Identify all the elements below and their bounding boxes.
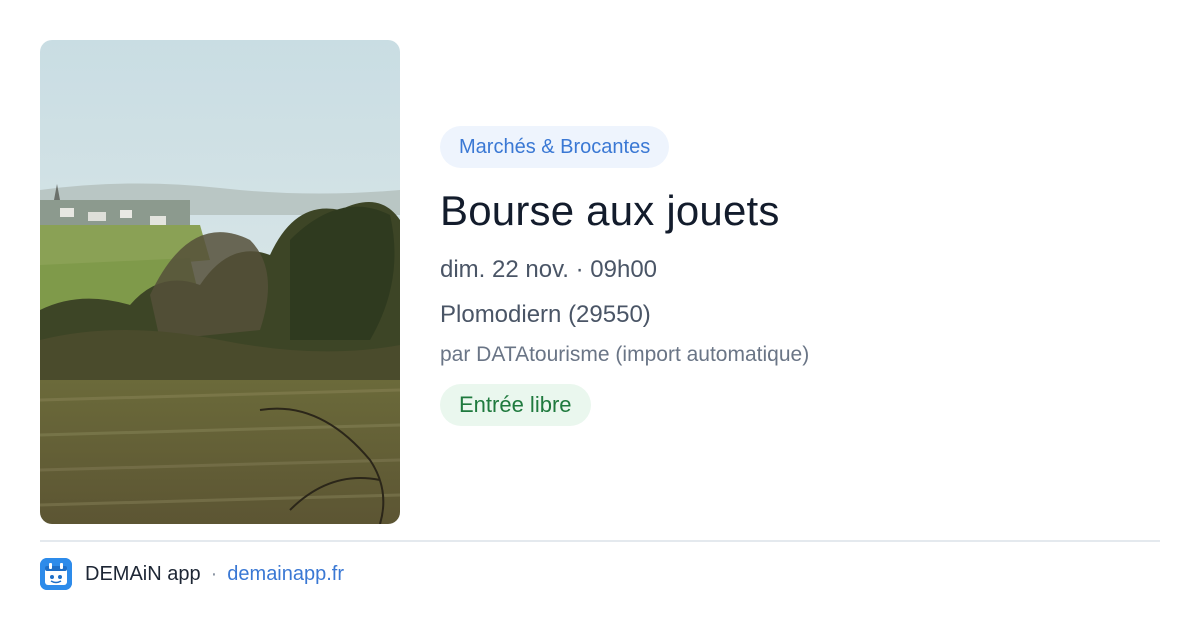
app-name: DEMAiN app	[85, 562, 201, 585]
category-badge[interactable]: Marchés & Brocantes	[440, 126, 670, 168]
event-info: Marchés & Brocantes Bourse aux jouets di…	[440, 126, 1160, 426]
app-website-link[interactable]: demainapp.fr	[227, 563, 344, 586]
price-badge: Entrée libre	[440, 384, 591, 426]
event-photo	[40, 40, 400, 524]
event-location: Plomodiern (29550)	[440, 301, 651, 328]
footer: DEMAiN app · demainapp.fr	[40, 558, 344, 590]
event-source: par DATAtourisme (import automatique)	[440, 343, 810, 366]
event-title: Bourse aux jouets	[440, 187, 780, 234]
footer-divider	[40, 540, 1160, 542]
demain-app-logo-icon	[40, 558, 72, 590]
event-datetime: dim. 22 nov. · 09h00	[440, 256, 658, 283]
footer-separator: ·	[210, 562, 218, 585]
